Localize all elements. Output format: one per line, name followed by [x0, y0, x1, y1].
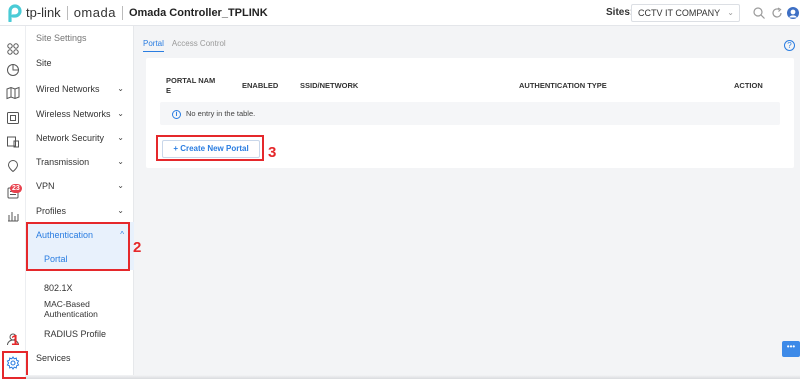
- chevron-down-icon: ⌄: [117, 133, 124, 142]
- brand-divider: [66, 5, 68, 20]
- annotation-box-step-3: [156, 135, 264, 161]
- annotation-number-3: 3: [268, 144, 277, 161]
- annotation-number-1: 1: [11, 332, 20, 349]
- empty-table-message: No entry in the table.: [186, 109, 256, 118]
- settings-menu: Site Settings Site Wired Networks ⌄ Wirel…: [26, 26, 134, 379]
- chat-support-icon[interactable]: •••: [782, 341, 800, 357]
- chevron-down-icon: ⌄: [117, 181, 124, 190]
- bottom-edge: [26, 375, 800, 379]
- tab-access-control[interactable]: Access Control: [172, 38, 226, 52]
- chevron-down-icon: ⌄: [117, 84, 124, 93]
- insights-icon[interactable]: [6, 159, 20, 173]
- chevron-down-icon: ⌄: [117, 206, 124, 215]
- annotation-box-step-2: [26, 222, 130, 271]
- chevron-down-icon: ⌄: [117, 157, 124, 166]
- site-select-value: CCTV IT COMPANY: [638, 8, 721, 18]
- brand-name: tp-link: [26, 5, 61, 20]
- controller-title: Omada Controller_TPLINK: [121, 5, 268, 20]
- column-header-portal-name: PORTAL NAM E: [166, 76, 216, 95]
- dashboard-icon[interactable]: [6, 42, 20, 56]
- menu-item-network-security[interactable]: Network Security ⌄: [26, 128, 134, 148]
- column-header-authentication-type: AUTHENTICATION TYPE: [519, 81, 607, 90]
- chevron-down-icon: ⌄: [727, 8, 734, 17]
- product-name: omada: [73, 5, 116, 20]
- column-header-enabled: ENABLED: [242, 81, 279, 90]
- empty-table-row: i No entry in the table.: [160, 102, 780, 125]
- menu-item-radius-profile[interactable]: RADIUS Profile: [26, 324, 134, 344]
- sites-label: Sites:: [606, 7, 634, 18]
- column-header-ssid-network: SSID/NETWORK: [300, 81, 359, 90]
- devices-icon[interactable]: [6, 111, 20, 125]
- menu-section-site-settings: Site Settings: [36, 33, 87, 43]
- menu-item-profiles[interactable]: Profiles ⌄: [26, 201, 134, 221]
- help-icon[interactable]: ?: [784, 40, 795, 51]
- site-select[interactable]: CCTV IT COMPANY ⌄: [631, 4, 740, 22]
- menu-item-vpn[interactable]: VPN ⌄: [26, 176, 134, 196]
- menu-item-transmission[interactable]: Transmission ⌄: [26, 152, 134, 172]
- tp-link-logo[interactable]: tp-link omada: [0, 0, 116, 26]
- user-avatar-icon[interactable]: [786, 6, 800, 20]
- tab-bar: Portal Access Control: [143, 38, 226, 52]
- menu-item-site[interactable]: Site: [26, 53, 134, 73]
- menu-item-mac-based-authentication[interactable]: MAC-Based Authentication: [26, 299, 106, 319]
- icon-rail: 23: [0, 26, 26, 379]
- alert-count-badge: 23: [10, 184, 22, 193]
- search-icon[interactable]: [752, 6, 766, 20]
- menu-item-wireless-networks[interactable]: Wireless Networks ⌄: [26, 104, 134, 124]
- tab-portal[interactable]: Portal: [143, 38, 164, 52]
- annotation-box-step-1: [2, 351, 28, 379]
- menu-item-wired-networks[interactable]: Wired Networks ⌄: [26, 79, 134, 99]
- map-icon[interactable]: [6, 86, 20, 100]
- info-icon: i: [172, 109, 181, 119]
- annotation-number-2: 2: [133, 239, 142, 256]
- statistics-icon[interactable]: [6, 63, 20, 77]
- refresh-icon[interactable]: [770, 6, 784, 20]
- clients-icon[interactable]: [6, 135, 20, 149]
- menu-item-services[interactable]: Services: [26, 348, 134, 368]
- chevron-down-icon: ⌄: [117, 109, 124, 118]
- top-bar: tp-link omada Omada Controller_TPLINK Si…: [0, 0, 800, 26]
- reports-icon[interactable]: [6, 209, 20, 223]
- menu-item-802-1x[interactable]: 802.1X: [26, 278, 134, 298]
- column-header-action: ACTION: [734, 81, 763, 90]
- tp-link-logo-icon: [8, 3, 22, 22]
